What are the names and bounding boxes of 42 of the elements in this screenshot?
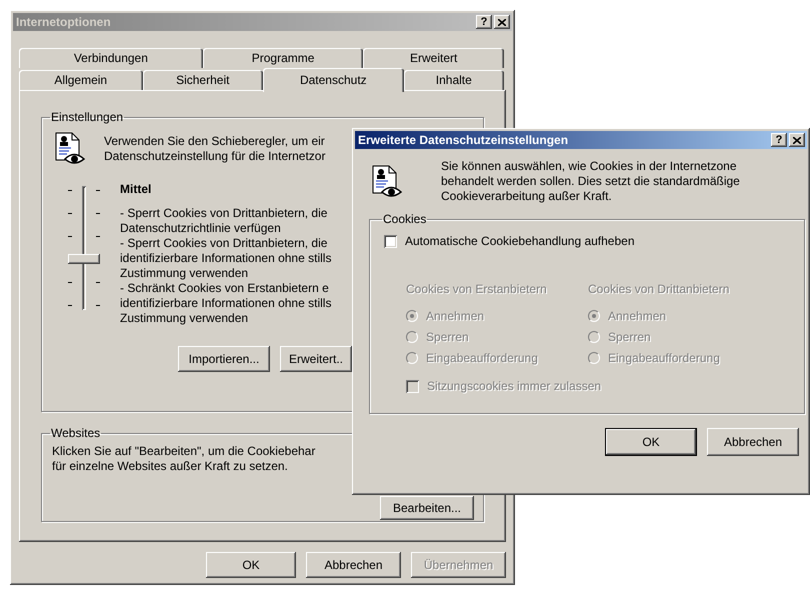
close-icon: [498, 18, 506, 26]
window-title: Internetoptionen: [16, 15, 112, 29]
dialog-button[interactable]: Abbrechen: [707, 428, 799, 456]
window-title: Erweiterte Datenschutzeinstellungen: [358, 133, 570, 147]
close-icon: [793, 136, 801, 144]
tab[interactable]: Verbindungen: [19, 48, 203, 68]
settings-button[interactable]: Importieren...: [178, 346, 270, 372]
column-heading: Cookies von Drittanbietern: [588, 282, 730, 296]
slider-thumb[interactable]: [68, 254, 100, 264]
radio-label: Sperren: [608, 330, 651, 344]
intro-text: Verwenden Sie den Schieberegler, um eir Datenschutzeinstellung für die Internetzor: [104, 134, 326, 164]
help-button[interactable]: ?: [476, 15, 492, 29]
dialog-button[interactable]: OK: [206, 552, 296, 578]
override-checkbox[interactable]: [384, 234, 397, 248]
settings-button[interactable]: Erweitert..: [280, 346, 352, 372]
dialog-button[interactable]: OK: [605, 428, 697, 456]
level-name: Mittel: [120, 182, 152, 196]
edit-button[interactable]: Bearbeiten...: [380, 496, 474, 520]
radio-label: Sperren: [426, 330, 469, 344]
tab[interactable]: Programme: [202, 48, 364, 68]
tab[interactable]: Allgemein: [19, 70, 143, 90]
column-heading: Cookies von Erstanbietern: [406, 282, 548, 296]
close-button[interactable]: [789, 133, 805, 147]
checkbox-label: Automatische Cookiebehandlung aufheben: [405, 234, 635, 248]
dialog-button[interactable]: Abbrechen: [306, 552, 401, 578]
radio-label: Annehmen: [426, 309, 484, 323]
websites-text: Klicken Sie auf "Bearbeiten", um die Cookiebehar für einzelne Websites außer Kraft zu setzen.: [52, 444, 316, 474]
group-title: Websites: [50, 426, 102, 440]
tab[interactable]: Erweitert: [363, 48, 504, 68]
help-button[interactable]: ?: [771, 133, 787, 147]
tab[interactable]: Sicherheit: [142, 70, 264, 90]
radio-label: Annehmen: [608, 309, 666, 323]
radio-label: Eingabeaufforderung: [426, 351, 538, 365]
level-description: - Sperrt Cookies von Drittanbietern, die Datenschutzrichtlinie verfügen - Sperrt Cookies von Drittanbietern, die identifizierbare Informationen ohne stills Zustimmung verwenden - Schränkt Cookies von Erstanbietern e identifizierbare Informationen ohne stills Zustimmung verwenden: [120, 206, 332, 326]
tab[interactable]: Inhalte: [404, 70, 504, 90]
tab[interactable]: Datenschutz: [263, 68, 404, 92]
checkbox-label: Sitzungscookies immer zulassen: [427, 379, 602, 393]
intro-text: Sie können auswählen, wie Cookies in der Internetzone behandelt werden sollen. Dies setzt die standardmäßige Cookieverarbeitung außer Kraft.: [441, 159, 740, 204]
radio-label: Eingabeaufforderung: [608, 351, 720, 365]
close-button[interactable]: [494, 15, 510, 29]
group-title: Cookies: [382, 212, 428, 226]
group-title: Einstellungen: [50, 110, 124, 124]
